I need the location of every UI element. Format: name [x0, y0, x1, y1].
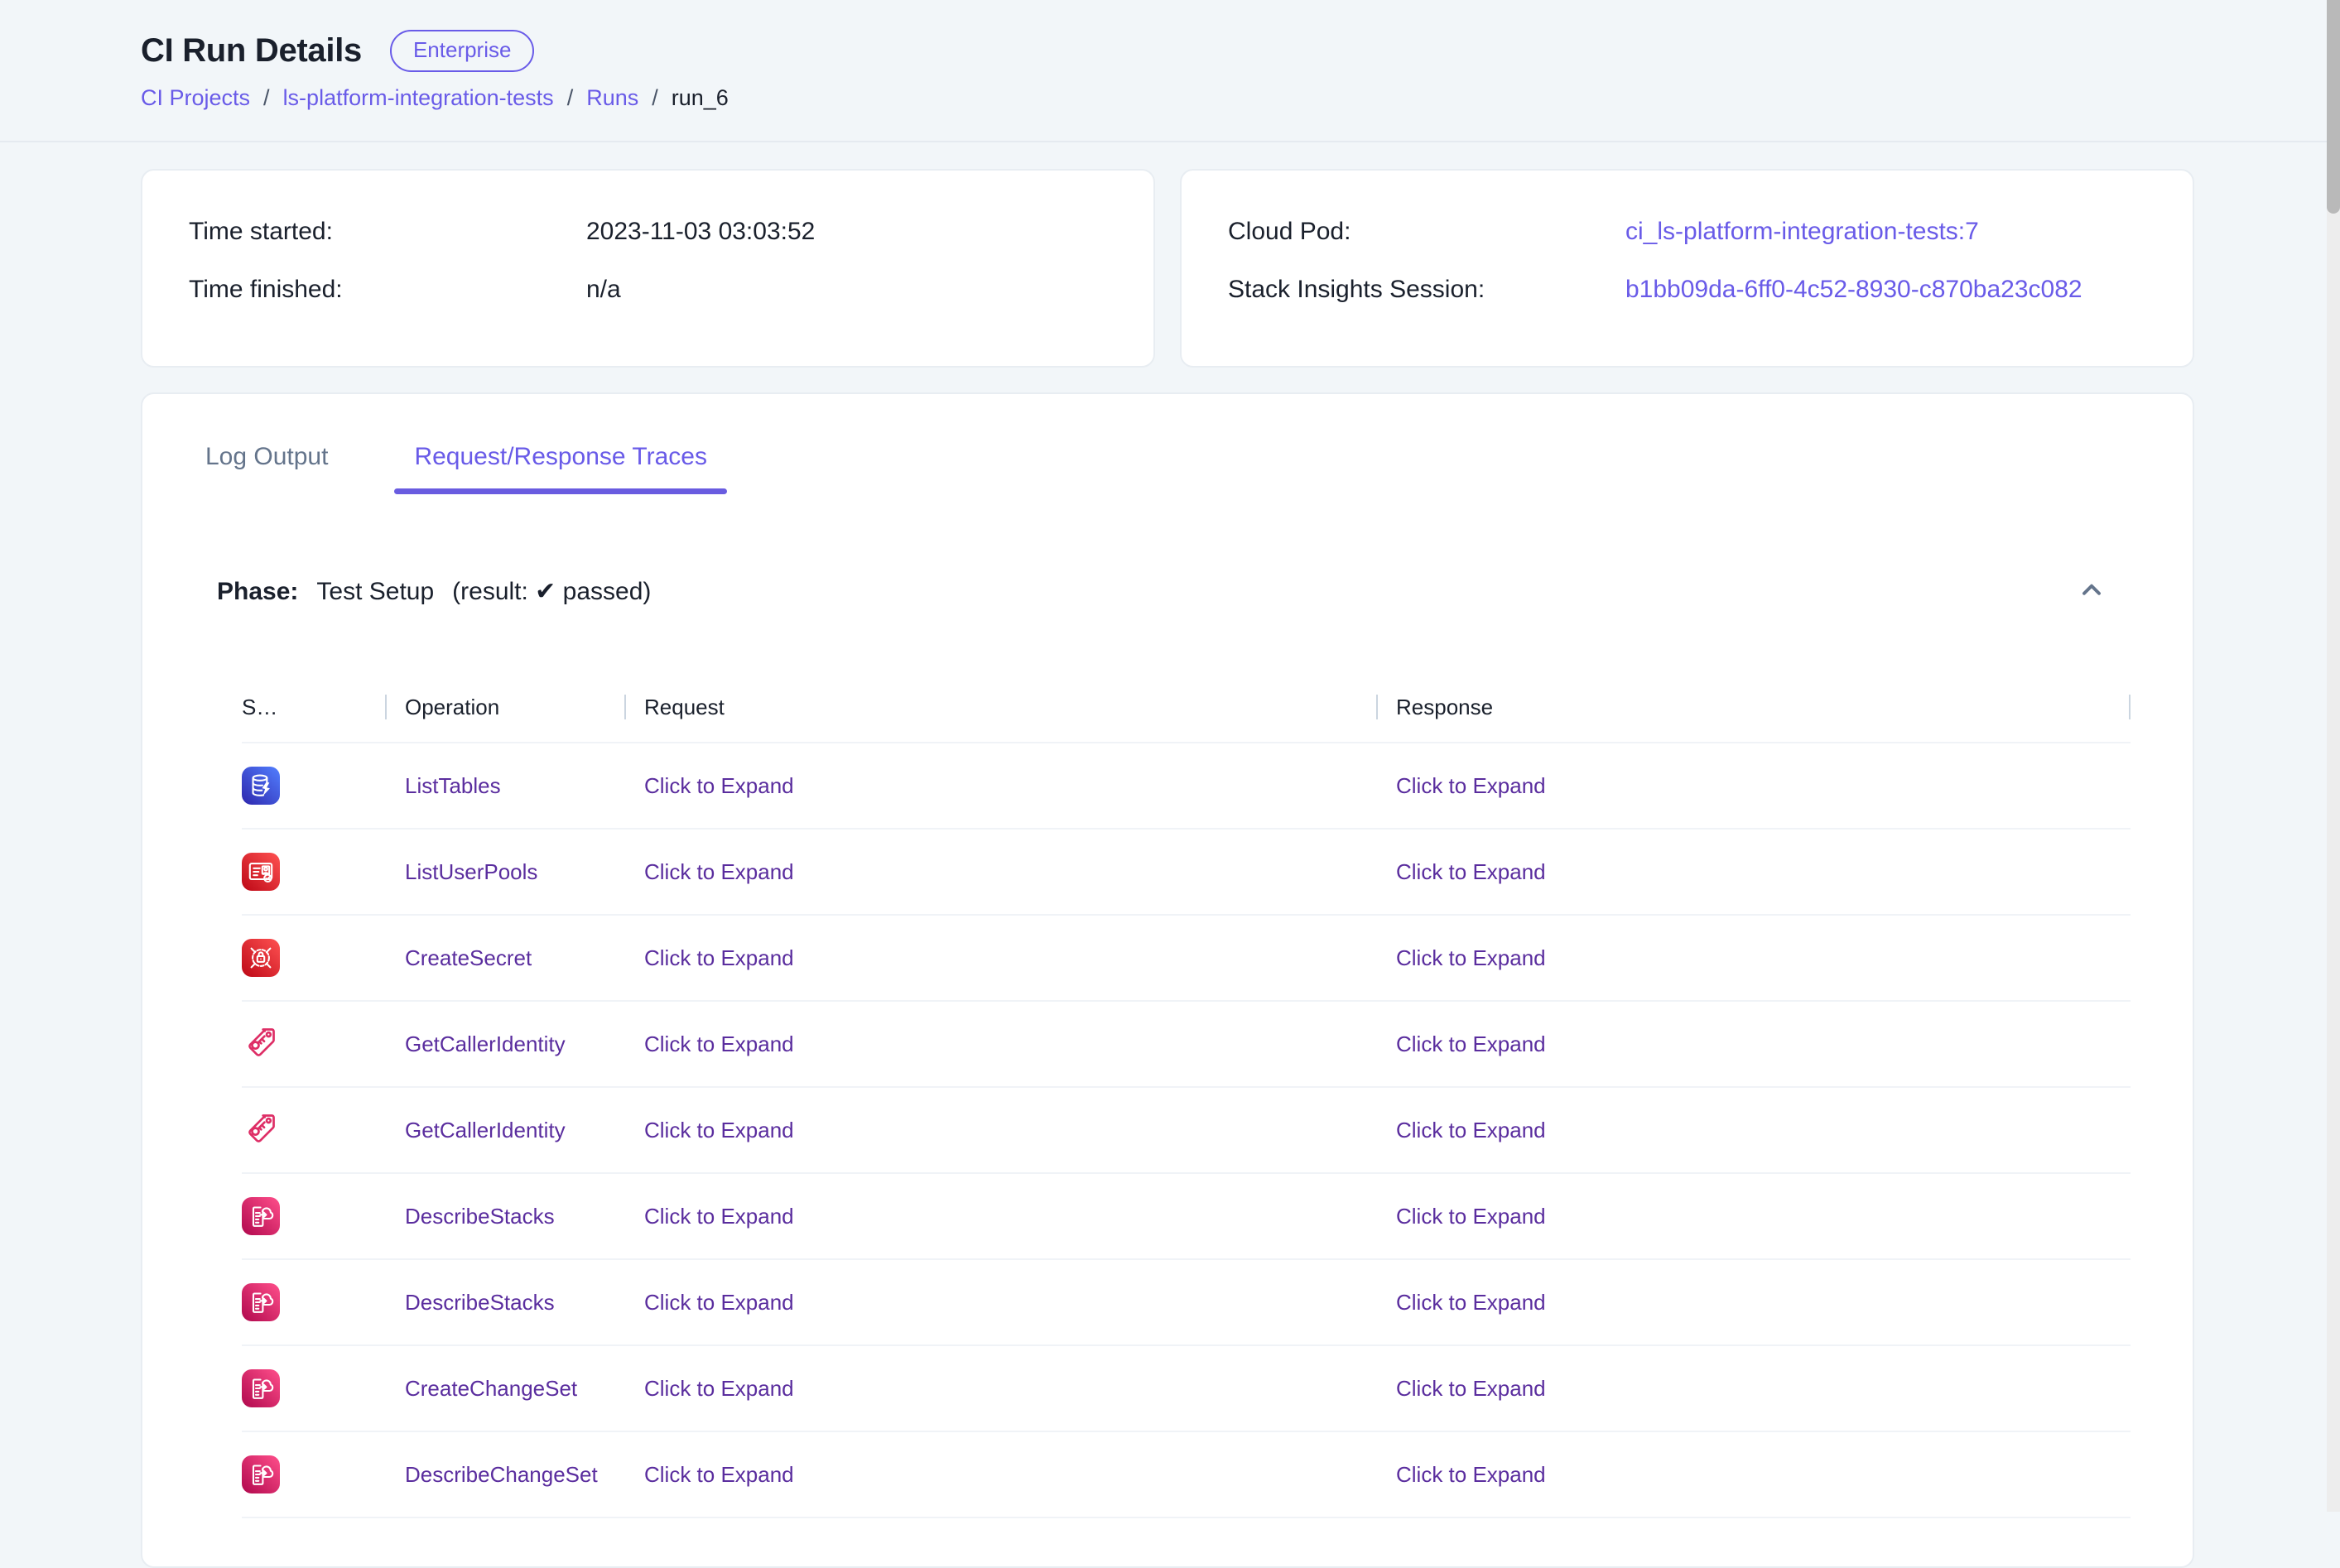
field-value: 2023-11-03 03:03:52: [586, 217, 815, 247]
run-times-card: Time started:2023-11-03 03:03:52Time fin…: [141, 169, 1155, 368]
phase-name: Test Setup: [316, 577, 434, 607]
response-expand-link[interactable]: Click to Expand: [1396, 1118, 1546, 1142]
scrollbar-track[interactable]: [2327, 0, 2340, 1512]
operation-link[interactable]: CreateChangeSet: [405, 1376, 577, 1401]
table-row: DescribeStacks Click to Expand Click to …: [242, 1260, 2131, 1346]
tab-request-response-traces[interactable]: Request/Response Traces: [394, 442, 727, 488]
cloudformation-icon: [242, 1283, 280, 1321]
field-value-link[interactable]: b1bb09da-6ff0-4c52-8930-c870ba23c082: [1625, 275, 2082, 305]
operation-link[interactable]: DescribeStacks: [405, 1204, 555, 1229]
breadcrumb-item[interactable]: Runs: [586, 85, 638, 111]
column-header-response: Response: [1378, 695, 2129, 720]
column-header-request: Request: [626, 695, 1376, 720]
response-expand-link[interactable]: Click to Expand: [1396, 1204, 1546, 1229]
field-value-link[interactable]: ci_ls-platform-integration-tests:7: [1625, 217, 1979, 247]
page-header: CI Run Details Enterprise CI Projects / ls…: [0, 0, 2340, 142]
trace-table: S… Operation Request Response ListTables…: [142, 672, 2193, 1518]
request-expand-link[interactable]: Click to Expand: [644, 1376, 794, 1401]
sts-icon: [242, 1023, 280, 1061]
card-row: Time started:2023-11-03 03:03:52: [189, 217, 1107, 247]
operation-link[interactable]: GetCallerIdentity: [405, 1032, 566, 1056]
response-expand-link[interactable]: Click to Expand: [1396, 1376, 1546, 1401]
breadcrumb-separator: /: [263, 85, 270, 111]
breadcrumb-item: run_6: [672, 85, 729, 111]
table-row: ListUserPools Click to Expand Click to E…: [242, 830, 2131, 916]
chevron-up-icon: [2077, 575, 2106, 608]
scrollbar-thumb[interactable]: [2327, 0, 2340, 214]
field-label: Stack Insights Session:: [1228, 275, 1625, 305]
card-row: Time finished:n/a: [189, 275, 1107, 305]
operation-link[interactable]: DescribeChangeSet: [405, 1462, 598, 1487]
phase-header: Phase: Test Setup (result: ✔ passed): [142, 575, 2193, 608]
breadcrumb-separator: /: [652, 85, 658, 111]
request-expand-link[interactable]: Click to Expand: [644, 773, 794, 798]
tabs: Log Output Request/Response Traces: [142, 442, 2193, 488]
card-row: Cloud Pod:ci_ls-platform-integration-tes…: [1228, 217, 2146, 247]
cloudformation-icon: [242, 1197, 280, 1235]
operation-link[interactable]: ListTables: [405, 773, 501, 798]
secretsmanager-icon: [242, 939, 280, 977]
response-expand-link[interactable]: Click to Expand: [1396, 1462, 1546, 1487]
operation-link[interactable]: ListUserPools: [405, 859, 537, 884]
field-label: Time started:: [189, 217, 586, 247]
breadcrumb: CI Projects / ls-platform-integration-test…: [141, 85, 2340, 111]
table-row: GetCallerIdentity Click to Expand Click …: [242, 1002, 2131, 1088]
response-expand-link[interactable]: Click to Expand: [1396, 945, 1546, 970]
request-expand-link[interactable]: Click to Expand: [644, 1290, 794, 1315]
response-expand-link[interactable]: Click to Expand: [1396, 1032, 1546, 1056]
phase-label: Phase:: [217, 577, 298, 607]
table-row: CreateChangeSet Click to Expand Click to…: [242, 1346, 2131, 1432]
request-expand-link[interactable]: Click to Expand: [644, 1118, 794, 1142]
breadcrumb-separator: /: [567, 85, 574, 111]
session-card: Cloud Pod:ci_ls-platform-integration-tes…: [1180, 169, 2194, 368]
field-value: n/a: [586, 275, 621, 305]
request-expand-link[interactable]: Click to Expand: [644, 859, 794, 884]
breadcrumb-item[interactable]: CI Projects: [141, 85, 250, 111]
cloudformation-icon: [242, 1369, 280, 1407]
active-tab-underline: [394, 488, 727, 494]
field-label: Cloud Pod:: [1228, 217, 1625, 247]
breadcrumb-item[interactable]: ls-platform-integration-tests: [283, 85, 554, 111]
tab-label: Request/Response Traces: [414, 443, 707, 470]
column-divider: [2129, 695, 2131, 719]
table-row: CreateSecret Click to Expand Click to Ex…: [242, 916, 2131, 1002]
table-body: ListTables Click to Expand Click to Expa…: [242, 743, 2131, 1518]
operation-link[interactable]: DescribeStacks: [405, 1290, 555, 1315]
enterprise-badge: Enterprise: [390, 30, 535, 72]
sts-icon: [242, 1109, 280, 1147]
dynamodb-icon: [242, 767, 280, 805]
response-expand-link[interactable]: Click to Expand: [1396, 773, 1546, 798]
tab-log-output[interactable]: Log Output: [185, 442, 348, 488]
request-expand-link[interactable]: Click to Expand: [644, 1032, 794, 1056]
field-label: Time finished:: [189, 275, 586, 305]
response-expand-link[interactable]: Click to Expand: [1396, 859, 1546, 884]
table-header-row: S… Operation Request Response: [242, 672, 2131, 743]
request-expand-link[interactable]: Click to Expand: [644, 1462, 794, 1487]
column-header-operation: Operation: [387, 695, 624, 720]
request-expand-link[interactable]: Click to Expand: [644, 945, 794, 970]
card-row: Stack Insights Session:b1bb09da-6ff0-4c5…: [1228, 275, 2146, 305]
column-header-service: S…: [242, 695, 385, 720]
traces-card: Log Output Request/Response Traces Phase:…: [141, 392, 2194, 1568]
table-row: GetCallerIdentity Click to Expand Click …: [242, 1088, 2131, 1174]
operation-link[interactable]: CreateSecret: [405, 945, 532, 970]
phase-result: (result: ✔ passed): [452, 577, 651, 607]
cloudformation-icon: [242, 1455, 280, 1493]
operation-link[interactable]: GetCallerIdentity: [405, 1118, 566, 1142]
response-expand-link[interactable]: Click to Expand: [1396, 1290, 1546, 1315]
phase-collapse-button[interactable]: [2077, 575, 2106, 608]
table-row: ListTables Click to Expand Click to Expa…: [242, 743, 2131, 830]
table-row: DescribeStacks Click to Expand Click to …: [242, 1174, 2131, 1260]
info-cards: Time started:2023-11-03 03:03:52Time fin…: [141, 169, 2194, 368]
cognito-icon: [242, 853, 280, 891]
page-title: CI Run Details: [141, 32, 362, 70]
request-expand-link[interactable]: Click to Expand: [644, 1204, 794, 1229]
table-row: DescribeChangeSet Click to Expand Click …: [242, 1432, 2131, 1518]
tab-label: Log Output: [205, 443, 328, 470]
